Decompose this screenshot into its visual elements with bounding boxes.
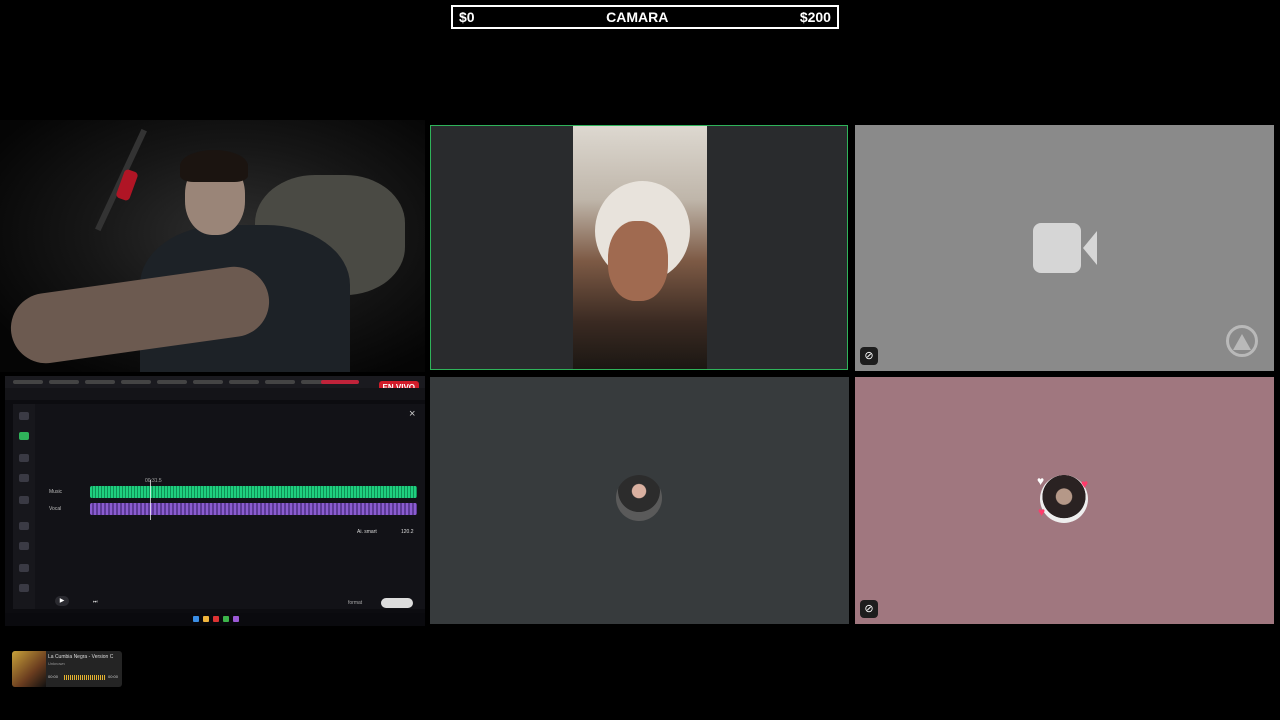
joiner-icon[interactable] — [19, 542, 29, 550]
right-amount: $200 — [799, 9, 831, 25]
explorer-icon[interactable] — [203, 616, 209, 622]
song-artist: Unknown — [48, 661, 65, 666]
time-elapsed: 00:00 — [48, 674, 59, 679]
participant-tile-camera-off[interactable]: ⊘ — [855, 125, 1274, 371]
play-button[interactable]: ▶ — [55, 596, 69, 606]
format-label: format — [348, 600, 363, 606]
save-button[interactable] — [381, 598, 413, 608]
mic-muted-icon: ⊘ — [860, 600, 878, 618]
app-icon[interactable] — [233, 616, 239, 622]
support-icon[interactable] — [19, 584, 29, 592]
close-icon[interactable]: × — [409, 408, 415, 420]
remove-icon[interactable] — [19, 432, 29, 440]
next-icon[interactable]: ⏭ — [93, 599, 98, 605]
heart-sticker-icon: ♥ — [1081, 477, 1089, 491]
app-sidebar — [13, 404, 35, 609]
album-cover — [12, 651, 46, 687]
desktop-capture: EN VIVO × Music Vocal 00:31.5 Ai. smart … — [5, 376, 425, 626]
music-track-label: Music — [49, 489, 63, 495]
menu-icon[interactable] — [19, 412, 29, 420]
browser-tab[interactable] — [85, 380, 115, 384]
video-camera-lens-icon — [1083, 231, 1097, 265]
recorder-icon[interactable] — [19, 564, 29, 572]
browser-tab[interactable] — [265, 380, 295, 384]
heart-sticker-icon: ♥ — [1037, 474, 1045, 488]
browser-tabstrip[interactable] — [5, 376, 425, 388]
browser-tab[interactable] — [157, 380, 187, 384]
vocal-waveform[interactable] — [90, 503, 417, 515]
avatar — [616, 475, 662, 521]
splitter-icon[interactable] — [19, 454, 29, 462]
music-waveform[interactable] — [90, 486, 417, 498]
app-icon[interactable] — [223, 616, 229, 622]
now-playing-widget: La Cumbia Negra - Version C Unknown 00:0… — [12, 651, 122, 687]
participant-tile-avatar-1[interactable] — [430, 377, 849, 624]
song-title: La Cumbia Negra - Version C — [48, 654, 114, 660]
left-amount: $0 — [459, 9, 475, 25]
audio-waveform — [64, 675, 106, 680]
heart-sticker-icon: ♥ — [1038, 505, 1046, 519]
bar-title: CAMARA — [606, 9, 669, 25]
participant-tile-avatar-2[interactable]: ♥ ♥ ♥ ⊘ — [855, 377, 1274, 624]
browser-tab[interactable] — [49, 380, 79, 384]
microphone — [115, 168, 139, 202]
bpm-value: 120.2 — [401, 529, 414, 535]
address-bar[interactable] — [5, 388, 425, 400]
tempo-label: Ai. smart — [357, 529, 377, 535]
pitcher-icon[interactable] — [19, 474, 29, 482]
streamer-webcam — [0, 120, 425, 372]
time-total: 00:00 — [108, 674, 119, 679]
browser-tab[interactable] — [229, 380, 259, 384]
app-icon[interactable] — [213, 616, 219, 622]
participant-video — [573, 126, 707, 369]
browser-tab[interactable] — [13, 380, 43, 384]
participant-face — [608, 221, 668, 301]
windows-start-icon[interactable] — [193, 616, 199, 622]
playhead-time: 00:31.5 — [145, 478, 162, 484]
browser-tab-active[interactable] — [321, 380, 359, 384]
video-camera-icon — [1033, 223, 1081, 273]
participant-tile-video[interactable] — [430, 125, 848, 370]
cutter-icon[interactable] — [19, 522, 29, 530]
top-info-bar: $0 CAMARA $200 — [451, 5, 839, 29]
mic-muted-icon: ⊘ — [860, 347, 878, 365]
app-logo-icon — [1226, 325, 1258, 357]
streamer-hair — [180, 150, 248, 182]
browser-tab[interactable] — [193, 380, 223, 384]
key-bpm-icon[interactable] — [19, 496, 29, 504]
browser-tab[interactable] — [121, 380, 151, 384]
vocal-track-label: Vocal — [49, 506, 62, 512]
playhead[interactable] — [150, 480, 151, 520]
windows-taskbar — [5, 613, 425, 626]
